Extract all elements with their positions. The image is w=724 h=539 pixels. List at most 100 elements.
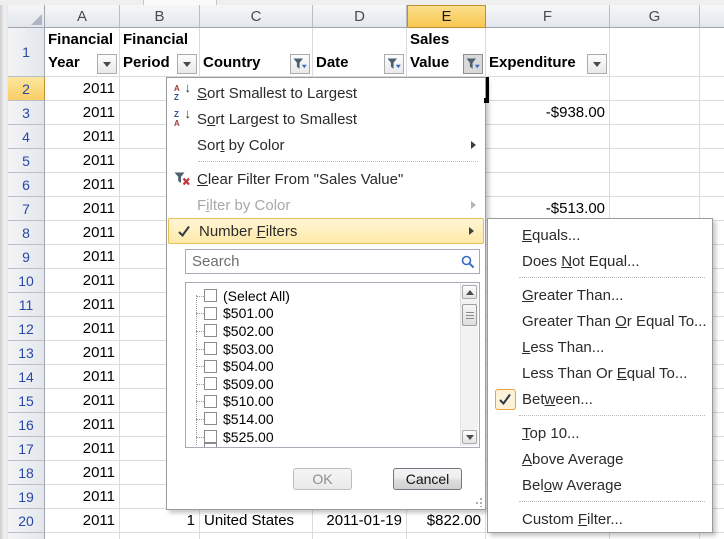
filter-dropdown-button-B[interactable] bbox=[177, 54, 197, 74]
checkbox-unchecked[interactable] bbox=[204, 412, 217, 425]
row-header-12[interactable]: 12 bbox=[8, 317, 45, 341]
cell-A2[interactable]: 2011 bbox=[45, 77, 120, 101]
checkbox-unchecked[interactable] bbox=[204, 342, 217, 355]
row-header-20[interactable]: 20 bbox=[8, 509, 45, 533]
cell-F6[interactable] bbox=[486, 173, 610, 197]
checkbox-unchecked[interactable] bbox=[204, 307, 217, 320]
filter-value-option[interactable]: $509.00 bbox=[186, 375, 479, 393]
cell-F4[interactable] bbox=[486, 125, 610, 149]
row-header-15[interactable]: 15 bbox=[8, 389, 45, 413]
header-cell-D[interactable]: Date bbox=[313, 28, 407, 77]
submenu-item-above-average[interactable]: Above Average bbox=[488, 446, 712, 472]
cell-A10[interactable]: 2011 bbox=[45, 269, 120, 293]
column-header-F[interactable]: F bbox=[486, 5, 610, 28]
ok-button[interactable]: OK bbox=[293, 468, 352, 490]
cell-A11[interactable]: 2011 bbox=[45, 293, 120, 317]
menu-item-number-filters[interactable]: Number Filters bbox=[168, 218, 484, 244]
cell-G3[interactable] bbox=[610, 101, 700, 125]
row-header-16[interactable]: 16 bbox=[8, 413, 45, 437]
cell-A16[interactable]: 2011 bbox=[45, 413, 120, 437]
menu-item-sort-largest-to-smallest[interactable]: ZA↓Sort Largest to Smallest bbox=[167, 106, 485, 132]
header-cell-G[interactable] bbox=[610, 28, 700, 77]
cell-H21[interactable] bbox=[700, 533, 724, 539]
row-header-5[interactable]: 5 bbox=[8, 149, 45, 173]
header-cell-H[interactable] bbox=[700, 28, 724, 77]
filter-value-option[interactable]: $514.00 bbox=[186, 410, 479, 428]
row-header-17[interactable]: 17 bbox=[8, 437, 45, 461]
cell-G21[interactable] bbox=[610, 533, 700, 539]
header-cell-F[interactable]: Expenditure bbox=[486, 28, 610, 77]
column-header-A[interactable]: A bbox=[45, 5, 120, 28]
cell-A18[interactable]: 2011 bbox=[45, 461, 120, 485]
cell-A15[interactable]: 2011 bbox=[45, 389, 120, 413]
cell-A19[interactable]: 2011 bbox=[45, 485, 120, 509]
cell-C21[interactable] bbox=[200, 533, 313, 539]
cell-A13[interactable]: 2011 bbox=[45, 341, 120, 365]
column-header-C[interactable]: C bbox=[200, 5, 313, 28]
scroll-thumb[interactable] bbox=[462, 304, 477, 326]
row-header-1[interactable]: 1 bbox=[8, 28, 45, 77]
search-icon[interactable] bbox=[457, 255, 479, 269]
resize-grip[interactable] bbox=[473, 497, 483, 507]
column-header-B[interactable]: B bbox=[120, 5, 200, 28]
cell-G2[interactable] bbox=[610, 77, 700, 101]
submenu-item-top-10[interactable]: Top 10... bbox=[488, 420, 712, 446]
cell-H5[interactable] bbox=[700, 149, 724, 173]
filter-value-option[interactable]: (Select All) bbox=[186, 287, 479, 305]
header-cell-C[interactable]: Country bbox=[200, 28, 313, 77]
filter-value-option[interactable]: $504.00 bbox=[186, 357, 479, 375]
submenu-item-custom-filter[interactable]: Custom Filter... bbox=[488, 506, 712, 532]
cell-B20[interactable]: 1 bbox=[120, 509, 200, 533]
cell-G5[interactable] bbox=[610, 149, 700, 173]
row-header-6[interactable]: 6 bbox=[8, 173, 45, 197]
cell-B21[interactable] bbox=[120, 533, 200, 539]
cell-A6[interactable]: 2011 bbox=[45, 173, 120, 197]
filter-value-option[interactable]: $510.00 bbox=[186, 393, 479, 411]
row-header-18[interactable]: 18 bbox=[8, 461, 45, 485]
cell-C20[interactable]: United States bbox=[200, 509, 313, 533]
checkbox-unchecked[interactable] bbox=[204, 360, 217, 373]
cell-F2[interactable] bbox=[486, 77, 610, 101]
cell-A12[interactable]: 2011 bbox=[45, 317, 120, 341]
filter-funnel-button-C[interactable] bbox=[290, 54, 310, 74]
cell-G6[interactable] bbox=[610, 173, 700, 197]
submenu-item-greater-than-or-equal-to[interactable]: Greater Than Or Equal To... bbox=[488, 308, 712, 334]
cell-A7[interactable]: 2011 bbox=[45, 197, 120, 221]
row-header-4[interactable]: 4 bbox=[8, 125, 45, 149]
filter-funnel-button-E[interactable] bbox=[463, 54, 483, 74]
menu-item-sort-smallest-to-largest[interactable]: AZ↓Sort Smallest to Largest bbox=[167, 80, 485, 106]
cell-H4[interactable] bbox=[700, 125, 724, 149]
header-cell-B[interactable]: Financial Period bbox=[120, 28, 200, 77]
column-header-E[interactable]: E bbox=[407, 5, 486, 28]
cell-F21[interactable] bbox=[486, 533, 610, 539]
list-scrollbar[interactable] bbox=[460, 284, 478, 446]
cancel-button[interactable]: Cancel bbox=[393, 468, 462, 490]
cell-D21[interactable] bbox=[313, 533, 407, 539]
submenu-item-less-than[interactable]: Less Than... bbox=[488, 334, 712, 360]
submenu-item-equals[interactable]: Equals... bbox=[488, 222, 712, 248]
cell-A9[interactable]: 2011 bbox=[45, 245, 120, 269]
select-all-corner[interactable] bbox=[8, 5, 45, 28]
submenu-item-does-not-equal[interactable]: Does Not Equal... bbox=[488, 248, 712, 274]
scroll-up-button[interactable] bbox=[462, 285, 477, 299]
row-header-14[interactable]: 14 bbox=[8, 365, 45, 389]
row-header-8[interactable]: 8 bbox=[8, 221, 45, 245]
active-cell-fill-handle[interactable] bbox=[484, 98, 489, 103]
cell-G4[interactable] bbox=[610, 125, 700, 149]
checkbox-unchecked[interactable] bbox=[204, 395, 217, 408]
checkbox-unchecked[interactable] bbox=[204, 324, 217, 337]
cell-A20[interactable]: 2011 bbox=[45, 509, 120, 533]
search-input[interactable] bbox=[186, 251, 457, 272]
filter-value-option[interactable]: $525.00 bbox=[186, 428, 479, 446]
filter-value-option[interactable]: $502.00 bbox=[186, 322, 479, 340]
submenu-item-below-average[interactable]: Below Average bbox=[488, 472, 712, 498]
submenu-item-less-than-or-equal-to[interactable]: Less Than Or Equal To... bbox=[488, 360, 712, 386]
row-header-7[interactable]: 7 bbox=[8, 197, 45, 221]
filter-value-option[interactable]: $503.00 bbox=[186, 340, 479, 358]
filter-funnel-button-D[interactable] bbox=[384, 54, 404, 74]
cell-F5[interactable] bbox=[486, 149, 610, 173]
cell-A21[interactable] bbox=[45, 533, 120, 539]
checkbox-unchecked[interactable] bbox=[204, 430, 217, 443]
menu-item-sort-by-color[interactable]: Sort by Color bbox=[167, 132, 485, 158]
cell-A14[interactable]: 2011 bbox=[45, 365, 120, 389]
